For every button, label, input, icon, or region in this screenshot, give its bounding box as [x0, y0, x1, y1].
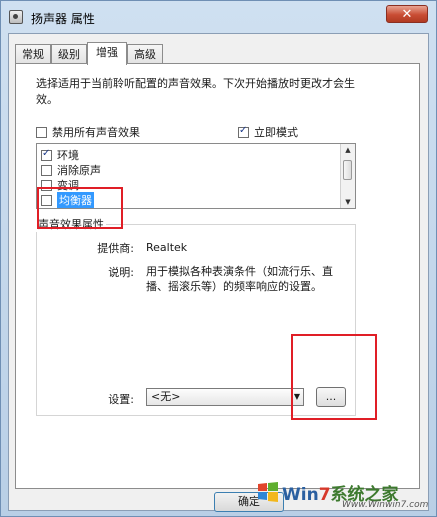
- provider-value: Realtek: [146, 241, 188, 254]
- speaker-icon: [9, 10, 23, 24]
- title-bar[interactable]: 扬声器 属性 ✕: [1, 1, 436, 35]
- list-item-voice-cancel[interactable]: 消除原声: [41, 162, 101, 178]
- highlight-box-equalizer: [37, 187, 123, 229]
- close-button[interactable]: ✕: [386, 5, 428, 23]
- disable-all-effects-checkbox[interactable]: 禁用所有声音效果: [36, 124, 140, 140]
- watermark-url: Www.Winwin7.com: [342, 500, 429, 510]
- settings-label: 设置:: [108, 393, 134, 406]
- tab-enhancements[interactable]: 增强: [87, 42, 127, 65]
- description-value: 用于模拟各种表演条件（如流行乐、直播、摇滚乐等）的频率响应的设置。: [146, 265, 333, 293]
- immediate-mode-label: 立即模式: [254, 126, 298, 139]
- list-item-ambient[interactable]: 环境: [41, 147, 79, 163]
- checkbox-box[interactable]: [41, 164, 52, 176]
- immediate-mode-checkbox[interactable]: 立即模式: [238, 124, 298, 140]
- enhancements-panel: 选择适用于当前聆听配置的声音效果。下次开始播放时更改才会生效。 禁用所有声音效果…: [15, 63, 420, 489]
- provider-label: 提供商:: [97, 242, 134, 255]
- settings-dropdown-value: <无>: [151, 390, 181, 403]
- watermark: Win7系统之家 Www.Winwin7.com: [256, 480, 429, 510]
- list-scrollbar[interactable]: ▲ ▼: [340, 144, 355, 208]
- highlight-box-more-button: [291, 334, 377, 420]
- scroll-down-icon[interactable]: ▼: [341, 196, 355, 208]
- description-label: 说明:: [108, 266, 134, 279]
- dialog-client: 常规 级别 增强 高级 选择适用于当前聆听配置的声音效果。下次开始播放时更改才会…: [8, 33, 429, 512]
- list-item-label: 环境: [57, 149, 79, 162]
- settings-dropdown[interactable]: <无> ▼: [146, 388, 304, 406]
- window-title: 扬声器 属性: [31, 12, 95, 26]
- checkbox-box-checked[interactable]: [41, 148, 52, 161]
- scroll-up-icon[interactable]: ▲: [341, 144, 355, 156]
- panel-description: 选择适用于当前聆听配置的声音效果。下次开始播放时更改才会生效。: [36, 77, 355, 106]
- watermark-brand-win: Win: [282, 485, 319, 505]
- disable-all-effects-label: 禁用所有声音效果: [52, 126, 140, 139]
- scroll-thumb[interactable]: [343, 160, 352, 180]
- tab-general[interactable]: 常规: [15, 44, 51, 64]
- windows-logo-icon: [258, 482, 278, 502]
- tab-advanced[interactable]: 高级: [127, 44, 163, 64]
- checkbox-box-checked: [238, 125, 249, 138]
- speaker-properties-window: 扬声器 属性 ✕ 常规 级别 增强 高级 选择适用于当前聆听配置的声音效果。下次…: [0, 0, 437, 517]
- checkbox-box: [36, 126, 47, 138]
- list-item-label: 消除原声: [57, 164, 101, 177]
- tab-levels[interactable]: 级别: [51, 44, 87, 64]
- watermark-brand-seven: 7: [318, 485, 331, 505]
